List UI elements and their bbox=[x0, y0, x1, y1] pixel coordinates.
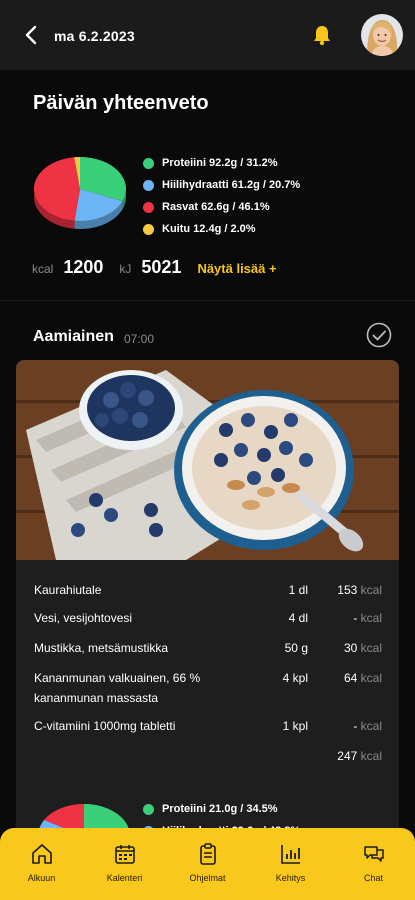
amount-value: 4 bbox=[282, 671, 290, 685]
food-name: Mustikka, metsämustikka bbox=[34, 641, 169, 655]
amount-unit: kpl bbox=[292, 671, 308, 685]
food-row[interactable]: Mustikka, metsämustikka 50 g 30 kcal bbox=[16, 638, 399, 668]
legend-dot-fat bbox=[143, 201, 154, 213]
chart-icon bbox=[280, 845, 300, 864]
tab-calendar[interactable]: Kalenteri bbox=[83, 828, 166, 900]
amount-value: 1 bbox=[288, 583, 296, 597]
kcal-unit: kcal bbox=[360, 719, 382, 733]
food-row[interactable]: C-vitamiini 1000mg tabletti 1 kpl - kcal bbox=[16, 716, 399, 746]
meal-time: 07:00 bbox=[124, 332, 155, 346]
food-row[interactable]: Kananmunan valkuainen, 66 % kananmunan m… bbox=[16, 668, 399, 716]
tab-label: Chat bbox=[363, 873, 383, 883]
meal-total: 247 kcal bbox=[316, 746, 382, 766]
food-name: Vesi, vesijohtovesi bbox=[34, 611, 133, 625]
food-kcal: 153 kcal bbox=[316, 580, 382, 600]
kcal-unit: kcal bbox=[360, 583, 382, 597]
total-unit: kcal bbox=[360, 749, 382, 763]
legend-dot-carbs bbox=[143, 179, 154, 191]
food-name: Kaurahiutale bbox=[34, 583, 102, 597]
kcal-unit: kcal bbox=[360, 611, 382, 625]
meal-title: Aamiainen bbox=[33, 328, 114, 345]
tab-home[interactable]: Alkuun bbox=[0, 828, 83, 900]
chat-icon bbox=[363, 846, 384, 862]
food-list: Kaurahiutale 1 dl 153 kcal Vesi, vesijoh… bbox=[16, 580, 399, 776]
summary-title: Päivän yhteenveto bbox=[33, 92, 209, 114]
tab-progress[interactable]: Kehitys bbox=[249, 828, 332, 900]
kcal-value: - bbox=[353, 611, 358, 625]
amount-unit: dl bbox=[298, 611, 308, 625]
legend-dot-protein bbox=[143, 803, 154, 815]
section-divider bbox=[0, 300, 415, 301]
legend-item-carbs: Hiilihydraatti 61.2g / 20.7% bbox=[143, 174, 300, 196]
show-more-link[interactable]: Näytä lisää + bbox=[197, 261, 276, 276]
kcal-label: kcal bbox=[32, 262, 54, 276]
legend-label-protein: Proteiini 92.2g / 31.2% bbox=[162, 157, 278, 169]
tab-chat[interactable]: Chat bbox=[332, 828, 415, 900]
food-kcal: 30 kcal bbox=[316, 638, 382, 658]
legend-label-carbs: Hiilihydraatti 61.2g / 20.7% bbox=[162, 179, 301, 191]
amount-value: 4 bbox=[288, 611, 296, 625]
macro-legend: Proteiini 92.2g / 31.2% Hiilihydraatti 6… bbox=[143, 152, 300, 240]
macro-pie-chart bbox=[34, 157, 126, 229]
food-kcal: - kcal bbox=[316, 608, 382, 628]
bottom-tab-bar: Alkuun Kalenteri Ohjelmat Kehitys Chat bbox=[0, 828, 415, 900]
date-label[interactable]: ma 6.2.2023 bbox=[54, 28, 135, 44]
food-row[interactable]: Kaurahiutale 1 dl 153 kcal bbox=[16, 580, 399, 608]
kcal-value: 1200 bbox=[63, 257, 104, 277]
food-amount: 50 g bbox=[256, 638, 308, 658]
legend-dot-fiber bbox=[143, 223, 154, 235]
kcal-unit: kcal bbox=[360, 641, 382, 655]
meal-card[interactable]: Kaurahiutale 1 dl 153 kcal Vesi, vesijoh… bbox=[16, 360, 399, 880]
food-amount: 4 dl bbox=[256, 608, 308, 628]
kcal-value: 153 bbox=[337, 583, 358, 597]
meal-legend-label-protein: Proteiini 21.0g / 34.5% bbox=[162, 803, 278, 815]
chevron-left-icon[interactable] bbox=[22, 24, 40, 46]
legend-item-protein: Proteiini 92.2g / 31.2% bbox=[143, 152, 300, 174]
legend-label-fiber: Kuitu 12.4g / 2.0% bbox=[162, 223, 256, 235]
food-kcal: 64 kcal bbox=[316, 668, 382, 688]
kj-value: 5021 bbox=[141, 257, 182, 277]
tab-label: Kehitys bbox=[275, 873, 306, 883]
energy-summary: kcal 1200 kJ 5021 Näytä lisää + bbox=[32, 257, 277, 278]
food-name: C-vitamiini 1000mg tabletti bbox=[34, 719, 176, 733]
food-amount: 1 kpl bbox=[256, 716, 308, 736]
legend-dot-protein bbox=[143, 157, 154, 169]
avatar[interactable] bbox=[361, 14, 403, 56]
meal-legend-item-protein: Proteiini 21.0g / 34.5% bbox=[143, 798, 300, 820]
home-icon bbox=[31, 844, 52, 864]
food-amount: 1 dl bbox=[256, 580, 308, 600]
amount-value: 1 bbox=[282, 719, 290, 733]
kcal-value: - bbox=[353, 719, 358, 733]
tab-label: Kalenteri bbox=[106, 873, 143, 883]
amount-unit: dl bbox=[298, 583, 308, 597]
calendar-icon bbox=[114, 845, 135, 864]
food-amount: 4 kpl bbox=[256, 668, 308, 688]
amount-unit: g bbox=[301, 641, 308, 655]
kcal-unit: kcal bbox=[360, 671, 382, 685]
kj-label: kJ bbox=[119, 262, 132, 276]
check-circle-icon[interactable] bbox=[366, 322, 392, 348]
food-kcal: - kcal bbox=[316, 716, 382, 736]
amount-value: 50 bbox=[284, 641, 298, 655]
legend-label-fat: Rasvat 62.6g / 46.1% bbox=[162, 201, 270, 213]
meal-total-row: 247 kcal bbox=[16, 746, 399, 776]
kcal-value: 30 bbox=[343, 641, 358, 655]
food-name: Kananmunan valkuainen, 66 % kananmunan m… bbox=[34, 671, 201, 705]
legend-item-fat: Rasvat 62.6g / 46.1% bbox=[143, 196, 300, 218]
top-bar: ma 6.2.2023 bbox=[0, 0, 415, 70]
total-value: 247 bbox=[337, 749, 358, 763]
tab-programs[interactable]: Ohjelmat bbox=[166, 828, 249, 900]
clipboard-icon bbox=[199, 843, 216, 865]
meal-photo bbox=[16, 360, 399, 560]
tab-label: Alkuun bbox=[27, 873, 56, 883]
food-row[interactable]: Vesi, vesijohtovesi 4 dl - kcal bbox=[16, 608, 399, 638]
kcal-value: 64 bbox=[343, 671, 358, 685]
tab-label: Ohjelmat bbox=[189, 873, 226, 883]
bell-icon[interactable] bbox=[311, 24, 333, 46]
amount-unit: kpl bbox=[292, 719, 308, 733]
legend-item-fiber: Kuitu 12.4g / 2.0% bbox=[143, 218, 300, 240]
